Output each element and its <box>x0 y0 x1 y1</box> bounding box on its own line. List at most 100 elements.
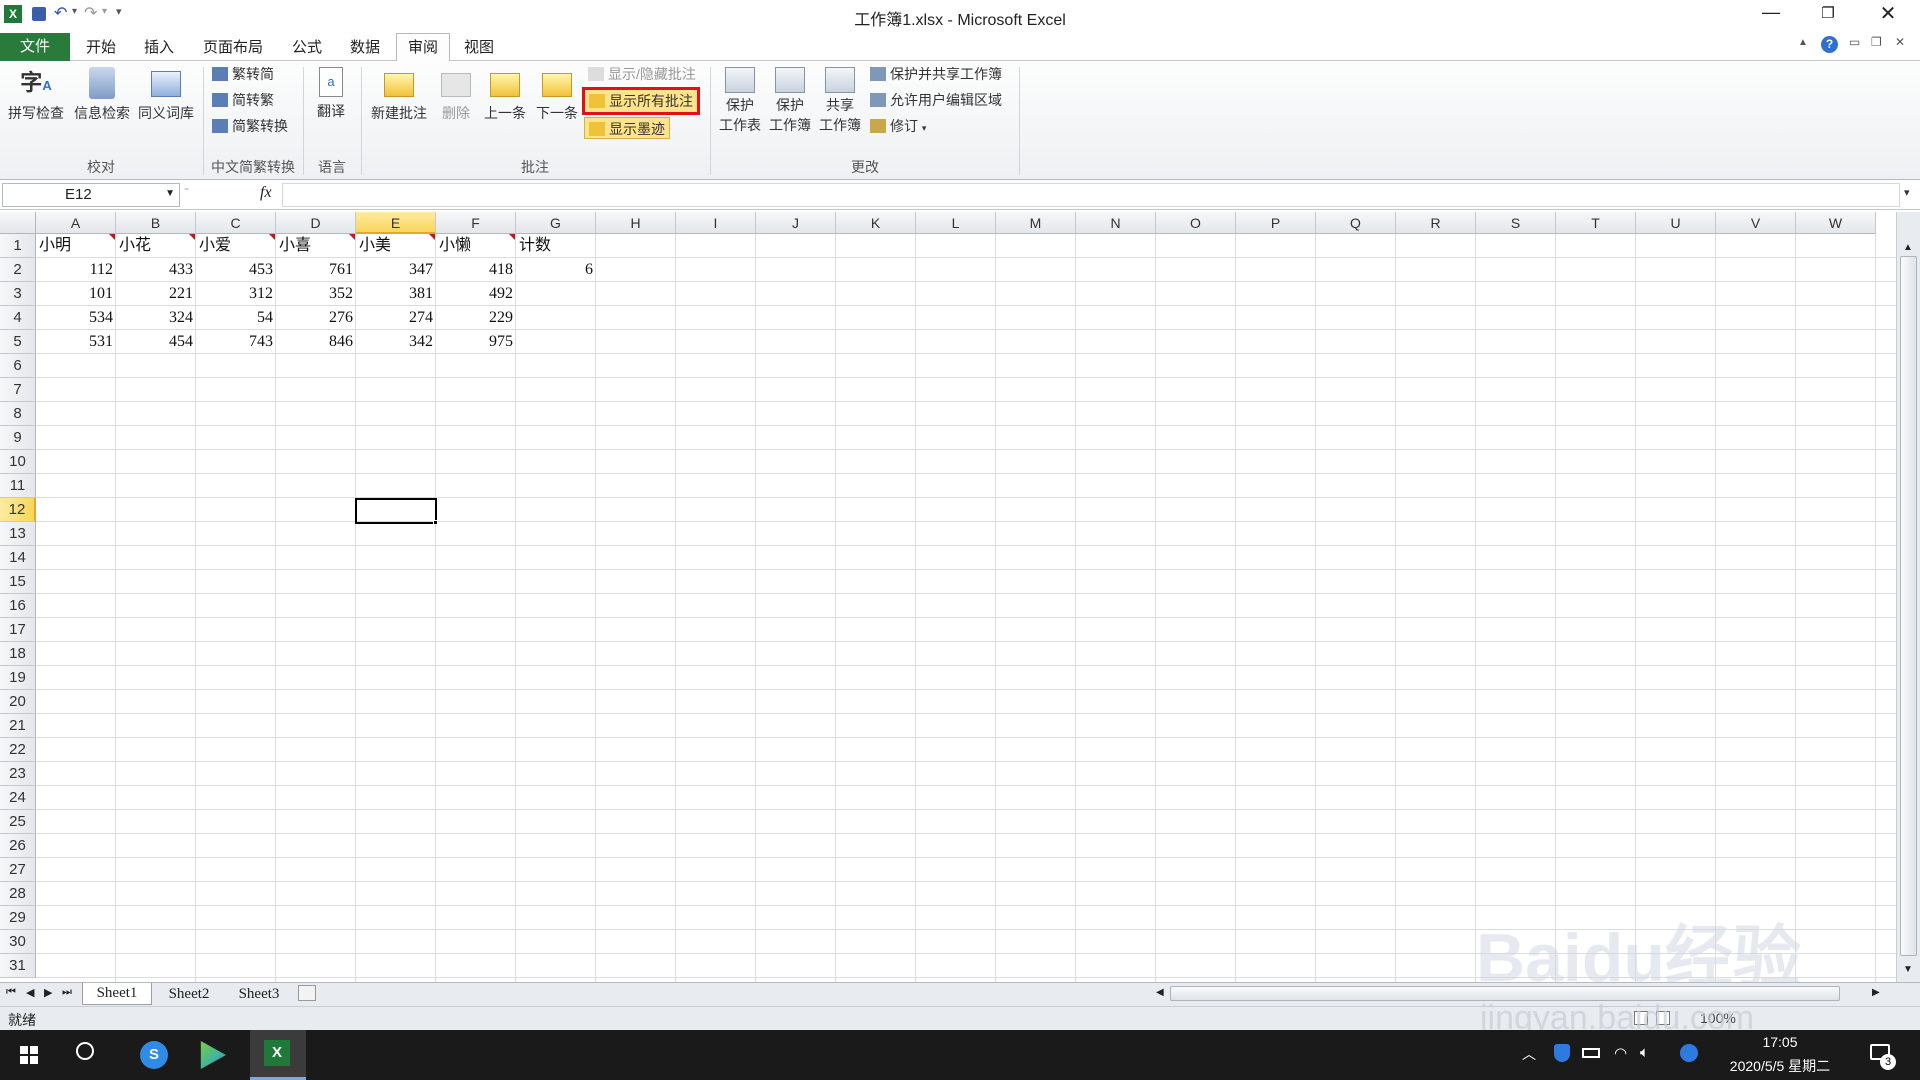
minimize-button[interactable]: — <box>1756 2 1786 23</box>
row-header[interactable]: 19 <box>0 666 36 690</box>
worksheet-grid[interactable]: ABCDEFGHIJKLMNOPQRSTUVW 1 2 3 4 5 6 7 8 9 10 11 12 1… <box>0 212 1920 982</box>
row-header[interactable]: 1 <box>0 234 36 258</box>
row-header[interactable]: 7 <box>0 378 36 402</box>
active-cell-selection[interactable] <box>355 498 437 524</box>
comment-indicator[interactable] <box>429 234 435 240</box>
clock-date[interactable]: 2020/5/5 星期二 <box>1716 1056 1844 1076</box>
column-header[interactable]: E <box>356 212 436 234</box>
show-ink-button[interactable]: 显示墨迹 <box>584 117 670 139</box>
cell-D4[interactable]: 276 <box>276 306 356 330</box>
excel-taskbar-button[interactable]: X <box>250 1030 306 1080</box>
workbook-minimize-icon[interactable]: ▭ <box>1849 35 1860 49</box>
last-sheet-icon[interactable]: ⏭ <box>62 986 72 999</box>
cell-G1[interactable]: 计数 <box>516 234 596 258</box>
help-icon[interactable]: ? <box>1821 36 1838 53</box>
cell-B1[interactable]: 小花 <box>116 234 196 258</box>
insert-sheet-icon[interactable] <box>298 985 316 1001</box>
tab-page-layout[interactable]: 页面布局 <box>194 36 272 61</box>
input-method-icon[interactable] <box>1680 1044 1698 1062</box>
cell-D2[interactable]: 761 <box>276 258 356 282</box>
tab-data[interactable]: 数据 <box>342 36 388 61</box>
row-header[interactable]: 14 <box>0 546 36 570</box>
cell-A2[interactable]: 112 <box>36 258 116 282</box>
row-header[interactable]: 2 <box>0 258 36 282</box>
show-hide-comment-button[interactable]: 显示/隐藏批注 <box>588 63 696 85</box>
function-icon[interactable]: fx <box>260 184 272 202</box>
tab-file[interactable]: 文件 <box>0 33 70 61</box>
track-changes-button[interactable]: 修订 ▾ <box>870 115 926 137</box>
new-comment-button[interactable]: 新建批注 <box>364 67 434 123</box>
translate-button[interactable]: a 翻译 <box>308 67 354 121</box>
share-workbook-button[interactable]: 共享 工作簿 <box>816 67 864 135</box>
prev-comment-button[interactable]: 上一条 <box>480 67 530 123</box>
row-header[interactable]: 17 <box>0 618 36 642</box>
cell-F4[interactable]: 229 <box>436 306 516 330</box>
row-header[interactable]: 30 <box>0 930 36 954</box>
row-header[interactable]: 4 <box>0 306 36 330</box>
cell-E5[interactable]: 342 <box>356 330 436 354</box>
t2s-button[interactable]: 繁转简 <box>212 63 274 85</box>
row-header[interactable]: 26 <box>0 834 36 858</box>
cell-C2[interactable]: 453 <box>196 258 276 282</box>
cell-F3[interactable]: 492 <box>436 282 516 306</box>
comment-indicator[interactable] <box>189 234 195 240</box>
workbook-restore-icon[interactable]: ❐ <box>1871 35 1882 49</box>
column-header[interactable]: W <box>1796 212 1876 234</box>
column-header[interactable]: F <box>436 212 516 234</box>
clock-time[interactable]: 17:05 <box>1730 1034 1830 1050</box>
cell-E2[interactable]: 347 <box>356 258 436 282</box>
row-header[interactable]: 18 <box>0 642 36 666</box>
cell-C3[interactable]: 312 <box>196 282 276 306</box>
column-header[interactable]: I <box>676 212 756 234</box>
expand-formula-icon[interactable]: ▾ <box>1904 186 1910 199</box>
name-box[interactable]: E12 ▼ <box>2 183 180 207</box>
column-header[interactable]: T <box>1556 212 1636 234</box>
cell-E3[interactable]: 381 <box>356 282 436 306</box>
sheet-tab-3[interactable]: Sheet3 <box>224 984 294 1004</box>
row-header[interactable]: 3 <box>0 282 36 306</box>
row-header[interactable]: 29 <box>0 906 36 930</box>
chevron-down-icon[interactable]: ▼ <box>165 188 175 199</box>
row-header[interactable]: 5 <box>0 330 36 354</box>
delete-comment-button[interactable]: 删除 <box>436 67 476 123</box>
comment-indicator[interactable] <box>349 234 355 240</box>
row-header[interactable]: 24 <box>0 786 36 810</box>
cell-E4[interactable]: 274 <box>356 306 436 330</box>
cell-E1[interactable]: 小美 <box>356 234 436 258</box>
column-header[interactable]: O <box>1156 212 1236 234</box>
protect-share-button[interactable]: 保护并共享工作簿 <box>870 63 1002 85</box>
formula-expand-handle[interactable]: ⁼ <box>184 186 198 204</box>
security-icon[interactable] <box>1554 1044 1570 1062</box>
battery-icon[interactable] <box>1582 1048 1600 1058</box>
workbook-close-icon[interactable]: ✕ <box>1895 35 1905 49</box>
sogou-browser-icon[interactable]: S <box>140 1041 168 1069</box>
search-icon[interactable] <box>76 1042 94 1060</box>
column-header[interactable]: R <box>1396 212 1476 234</box>
row-header[interactable]: 15 <box>0 570 36 594</box>
row-header[interactable]: 11 <box>0 474 36 498</box>
column-header[interactable]: S <box>1476 212 1556 234</box>
select-all-corner[interactable] <box>0 212 36 234</box>
cell-F1[interactable]: 小懒 <box>436 234 516 258</box>
tab-home[interactable]: 开始 <box>78 36 124 61</box>
column-header[interactable]: N <box>1076 212 1156 234</box>
show-all-comments-button[interactable]: 显示所有批注 <box>582 87 700 115</box>
spelling-button[interactable]: 字A 拼写检查 <box>4 67 68 123</box>
row-header[interactable]: 27 <box>0 858 36 882</box>
cell-B3[interactable]: 221 <box>116 282 196 306</box>
comment-indicator[interactable] <box>109 234 115 240</box>
research-button[interactable]: 信息检索 <box>70 67 134 123</box>
row-header[interactable]: 6 <box>0 354 36 378</box>
cell-F5[interactable]: 975 <box>436 330 516 354</box>
column-header[interactable]: B <box>116 212 196 234</box>
scroll-down-icon[interactable]: ▼ <box>1903 964 1913 975</box>
thesaurus-button[interactable]: 同义词库 <box>134 67 198 123</box>
row-header[interactable]: 23 <box>0 762 36 786</box>
tab-review[interactable]: 审阅 <box>396 33 450 62</box>
show-hidden-icons-icon[interactable]: ︿ <box>1522 1044 1536 1064</box>
tab-view[interactable]: 视图 <box>456 36 502 61</box>
tab-insert[interactable]: 插入 <box>136 36 182 61</box>
column-header[interactable]: M <box>996 212 1076 234</box>
scroll-up-icon[interactable]: ▲ <box>1903 242 1913 253</box>
sheet-tab-2[interactable]: Sheet2 <box>154 984 224 1004</box>
